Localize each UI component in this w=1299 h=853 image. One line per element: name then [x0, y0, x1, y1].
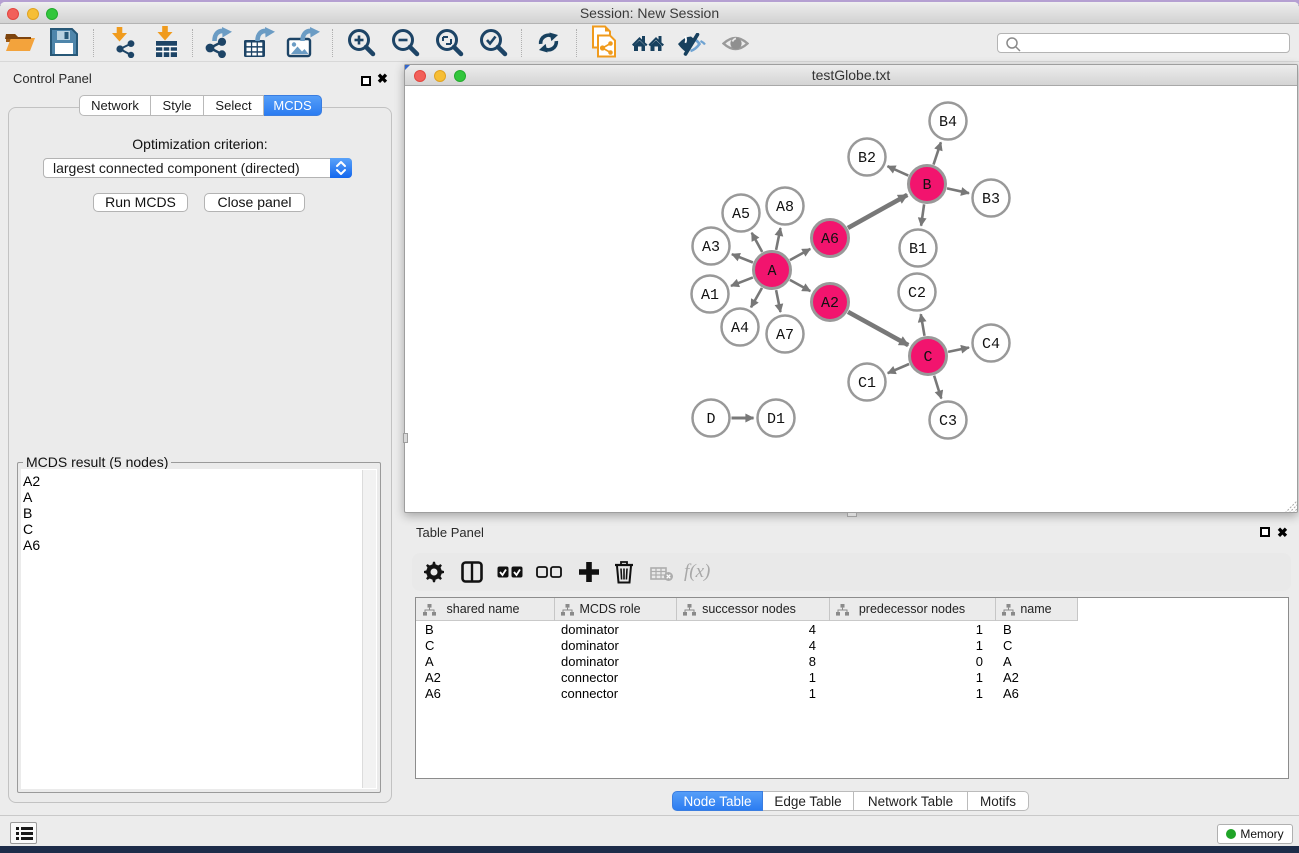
svg-text:B3: B3 [982, 191, 1000, 208]
svg-text:B2: B2 [858, 150, 876, 167]
svg-text:C3: C3 [939, 413, 957, 430]
svg-text:D: D [706, 411, 715, 428]
svg-text:C4: C4 [982, 336, 1000, 353]
svg-text:D1: D1 [767, 411, 785, 428]
svg-text:A7: A7 [776, 327, 794, 344]
svg-text:B4: B4 [939, 114, 957, 131]
svg-text:B: B [922, 177, 931, 194]
svg-text:A1: A1 [701, 287, 719, 304]
svg-text:A8: A8 [776, 199, 794, 216]
svg-text:A5: A5 [732, 206, 750, 223]
svg-text:A6: A6 [821, 231, 839, 248]
svg-text:B1: B1 [909, 241, 927, 258]
svg-text:A3: A3 [702, 239, 720, 256]
svg-text:C1: C1 [858, 375, 876, 392]
svg-text:A: A [767, 263, 776, 280]
svg-text:C: C [923, 349, 932, 366]
svg-text:C2: C2 [908, 285, 926, 302]
svg-text:A2: A2 [821, 295, 839, 312]
svg-text:A4: A4 [731, 320, 749, 337]
